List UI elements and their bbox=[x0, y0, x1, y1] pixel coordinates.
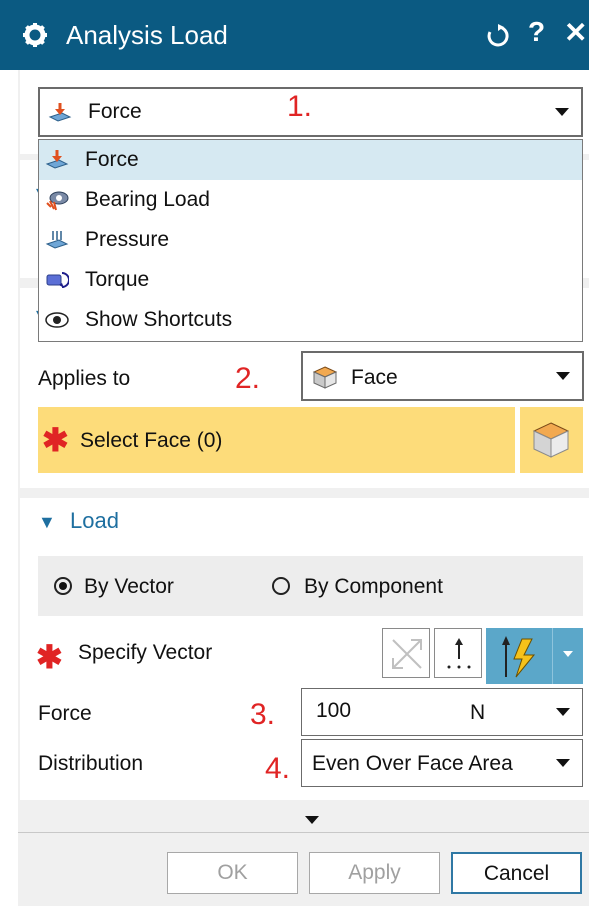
ok-button[interactable]: OK bbox=[167, 852, 298, 894]
footer-divider bbox=[18, 832, 589, 833]
torque-icon bbox=[46, 272, 69, 288]
select-face-label: Select Face (0) bbox=[80, 429, 223, 452]
applies-to-select[interactable]: Face bbox=[301, 351, 584, 401]
face-icon bbox=[312, 366, 338, 389]
force-value[interactable]: 100 bbox=[316, 699, 351, 723]
title-bar: Analysis Load ? ✕ bbox=[0, 0, 589, 70]
annotation-2: 2. bbox=[235, 362, 261, 395]
vector-dialog-button[interactable] bbox=[434, 628, 482, 678]
reverse-direction-icon bbox=[392, 639, 422, 669]
required-asterisk-icon: ✱ bbox=[42, 422, 69, 458]
eye-icon bbox=[45, 312, 69, 328]
pressure-icon bbox=[45, 231, 69, 249]
radio-by-vector-label[interactable]: By Vector bbox=[84, 575, 174, 599]
specify-vector-label: Specify Vector bbox=[78, 641, 213, 664]
force-icon bbox=[45, 150, 69, 169]
apply-button[interactable]: Apply bbox=[309, 852, 440, 894]
reverse-direction-button[interactable] bbox=[382, 628, 430, 678]
chevron-down-icon[interactable] bbox=[556, 708, 570, 716]
load-type-value: Force bbox=[88, 100, 142, 123]
radio-by-component[interactable] bbox=[272, 577, 290, 595]
radio-by-component-label[interactable]: By Component bbox=[304, 575, 443, 599]
applies-to-label: Applies to bbox=[38, 367, 131, 390]
chevron-down-icon bbox=[556, 759, 570, 767]
dropdown-item-force[interactable]: Force bbox=[39, 140, 582, 180]
dropdown-item-bearing-load[interactable]: Bearing Load bbox=[39, 180, 582, 220]
load-type-dropdown[interactable]: Force Bearing Load Pressure Torque Show … bbox=[38, 139, 583, 342]
force-label: Force bbox=[38, 702, 92, 725]
reset-icon[interactable] bbox=[486, 24, 510, 48]
annotation-4: 4. bbox=[265, 752, 291, 785]
collapse-load-icon[interactable]: ▼ bbox=[38, 512, 56, 533]
dropdown-item-pressure[interactable]: Pressure bbox=[39, 220, 582, 260]
cancel-button[interactable]: Cancel bbox=[451, 852, 582, 894]
select-face-button[interactable] bbox=[520, 407, 583, 473]
close-icon[interactable]: ✕ bbox=[564, 16, 587, 49]
face-select-icon bbox=[532, 422, 570, 458]
expand-more-icon[interactable] bbox=[305, 816, 319, 824]
radio-by-vector[interactable] bbox=[54, 577, 72, 595]
inferred-vector-button[interactable] bbox=[486, 628, 583, 684]
load-section-title[interactable]: Load bbox=[70, 508, 119, 534]
annotation-3: 3. bbox=[250, 698, 276, 731]
dropdown-item-torque[interactable]: Torque bbox=[39, 260, 582, 300]
distribution-label: Distribution bbox=[38, 752, 144, 775]
help-icon[interactable]: ? bbox=[528, 16, 545, 48]
inferred-vector-icon bbox=[502, 636, 536, 678]
vector-constructor-icon bbox=[447, 638, 471, 669]
chevron-down-icon bbox=[555, 108, 569, 116]
annotation-1: 1. bbox=[287, 90, 313, 123]
force-icon bbox=[48, 103, 72, 122]
select-face-row[interactable]: ✱ Select Face (0) bbox=[38, 407, 515, 473]
force-unit[interactable]: N bbox=[470, 701, 485, 725]
distribution-value: Even Over Face Area bbox=[312, 752, 513, 775]
gear-icon[interactable] bbox=[22, 22, 48, 48]
radio-row: By Vector By Component bbox=[38, 556, 583, 616]
force-value-field[interactable]: 100 N bbox=[301, 688, 583, 736]
dialog-title: Analysis Load bbox=[66, 20, 228, 50]
chevron-down-icon bbox=[556, 372, 570, 380]
chevron-down-icon[interactable] bbox=[563, 651, 573, 657]
bearing-load-icon bbox=[46, 191, 69, 211]
required-asterisk-icon: ✱ bbox=[36, 639, 63, 675]
applies-to-value: Face bbox=[351, 366, 398, 389]
dropdown-item-show-shortcuts[interactable]: Show Shortcuts bbox=[39, 300, 582, 340]
distribution-select[interactable]: Even Over Face Area bbox=[301, 739, 583, 787]
